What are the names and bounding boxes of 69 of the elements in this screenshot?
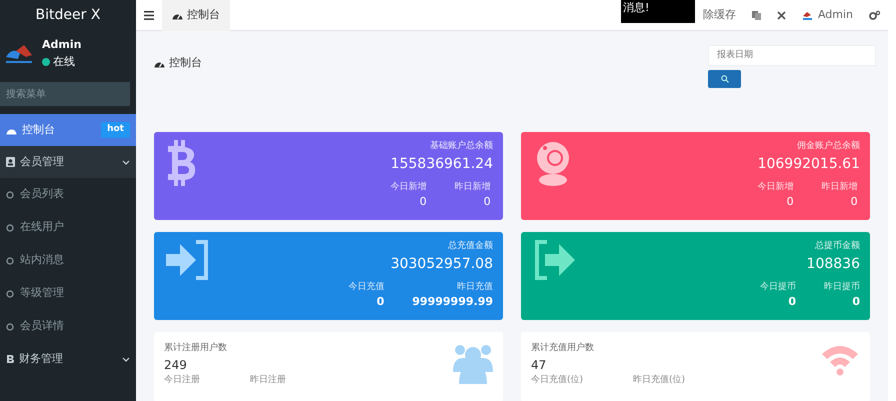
search-field[interactable]: 搜索菜单 [0, 82, 130, 106]
copy-icon [752, 10, 761, 20]
stat-sub-value: 0 [786, 194, 794, 210]
stat-title: 总提币金额 [814, 240, 860, 253]
search-button[interactable] [708, 70, 741, 88]
stat-label: 昨日提币 [824, 280, 860, 294]
stat-sub-value: 0 [418, 194, 427, 210]
circle-icon [6, 290, 14, 298]
bitcoin-icon [6, 354, 14, 364]
stat-label: 今日新增 [758, 180, 794, 194]
sign-out-icon [533, 240, 577, 280]
submenu-item[interactable]: 会员详情 [0, 310, 136, 343]
card-value: 47 [531, 356, 548, 374]
chevron-down-icon [122, 160, 130, 164]
date-field[interactable]: 报表日期 [708, 44, 876, 66]
stat-label: 昨日新增 [822, 180, 858, 194]
hot-badge: hot [101, 122, 130, 138]
stat-value: 303052957.08 [390, 254, 493, 274]
stat-title: 基础账户总余额 [429, 140, 493, 153]
page-title: 控制台 [169, 55, 202, 71]
sidebar-item[interactable]: 控制台 hot [0, 114, 136, 146]
admin-menu[interactable]: Admin [794, 6, 861, 24]
clear-cache-link[interactable]: 除缓存 [694, 6, 744, 24]
circle-icon [6, 224, 14, 232]
stat-value: 106992015.61 [758, 154, 860, 174]
user-name: Admin [42, 37, 82, 53]
contact-card-icon [6, 157, 15, 167]
users-icon [453, 342, 493, 384]
stat-title: 佣金账户总余额 [796, 140, 860, 153]
stat-sub-value: 99999999.99 [412, 294, 493, 310]
notice-toast: 消息! [620, 0, 695, 23]
submenu-item[interactable]: 会员列表 [0, 178, 136, 211]
card-label: 今日充值(位) [531, 374, 584, 386]
submenu-item[interactable]: 等级管理 [0, 277, 136, 310]
stat-sub-value: 0 [376, 294, 384, 310]
card-value: 249 [164, 356, 188, 374]
page-tab[interactable]: 控制台 [162, 0, 230, 30]
stat-label: 今日新增 [390, 180, 427, 194]
circle-icon [6, 256, 14, 264]
submenu-item[interactable]: 在线用户 [0, 211, 136, 244]
circle-icon [6, 322, 14, 330]
card-label: 昨日充值(位) [633, 374, 686, 386]
stat-sub-value: 0 [482, 194, 491, 210]
chevron-down-icon [122, 356, 130, 362]
search-icon [720, 74, 728, 82]
stat-label: 今日充值 [348, 280, 384, 294]
circle-icon [6, 190, 14, 198]
stat-label: 今日提币 [760, 280, 796, 294]
stat-label: 昨日新增 [454, 180, 491, 194]
sidebar-item[interactable]: 会员管理 [0, 146, 136, 178]
stat-label: 昨日充值 [456, 280, 493, 294]
bitcoin-icon [166, 140, 196, 186]
card-title: 累计注册用户数 [164, 342, 228, 355]
submenu-item[interactable]: 站内消息 [0, 244, 136, 277]
stat-sub-value: 0 [787, 294, 796, 310]
app-title: Bitdeer X [34, 6, 102, 25]
stat-sub-value: 0 [851, 294, 860, 310]
stat-sub-value: 0 [850, 194, 858, 210]
status-text: 在线 [53, 54, 75, 70]
stat-title: 总充值金额 [447, 240, 493, 253]
avatar-logo-icon [802, 10, 813, 20]
stat-value: 108836 [806, 254, 860, 274]
card-label: 昨日注册 [250, 374, 286, 386]
menu-icon [144, 10, 154, 20]
sidebar-item[interactable]: 财务管理 [0, 343, 136, 375]
sign-in-icon [166, 240, 210, 280]
card-label: 今日注册 [164, 374, 200, 386]
stat-value: 155836961.24 [390, 154, 493, 174]
card-title: 累计充值用户数 [531, 342, 595, 355]
